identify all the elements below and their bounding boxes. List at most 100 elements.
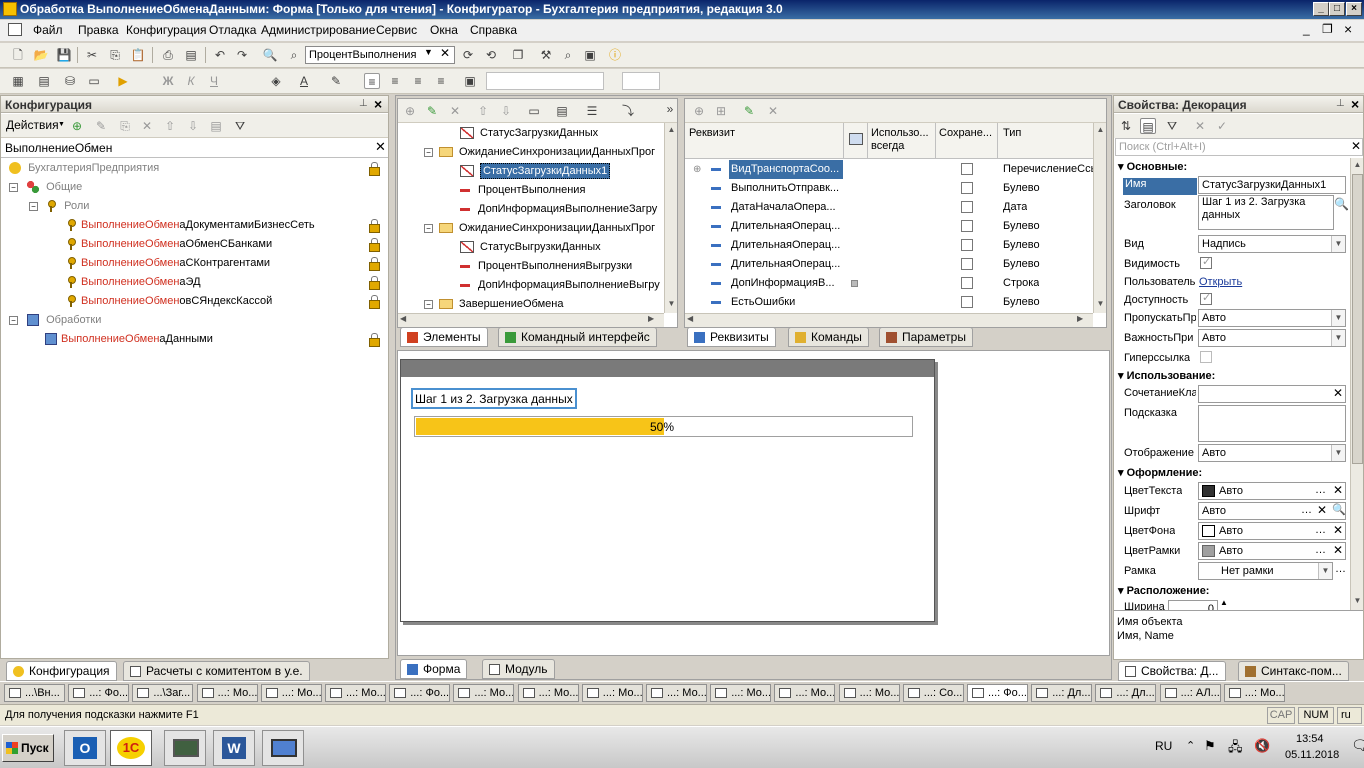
add-requisite-icon[interactable]: ⊕ [691,103,707,119]
mdi-restore-icon[interactable]: ❐ [1322,22,1333,36]
tree-element[interactable]: ДопИнформацияВыполнениеВыгру [460,276,660,295]
chevron-down-icon[interactable]: ▼ [424,47,433,57]
undo-icon[interactable]: ↶ [212,47,228,63]
tree-item-processing[interactable]: ВыполнениеОбменаДанными [45,330,213,349]
requisite-row[interactable]: ДлительнаяОперац... Булево [685,217,1093,236]
tray-lang[interactable]: RU [1155,739,1172,753]
edit-icon[interactable]: ✎ [424,103,440,119]
clear-icon[interactable]: ✕ [1333,483,1343,498]
window-tab[interactable]: ...\Заг... [132,684,194,702]
window-tab[interactable]: ...: Фо... [68,684,130,702]
add-column-icon[interactable]: ⊞ [713,103,729,119]
font-name-field[interactable] [486,72,604,90]
window-tab[interactable]: ...: АЛ... [1159,684,1221,702]
align-justify-icon[interactable]: ≡ [433,73,449,89]
tab-syntax-helper[interactable]: Синтакс-пом... [1238,661,1349,681]
requisite-row[interactable]: ДатаНачалаОпера... Дата [685,198,1093,217]
collapse-icon[interactable]: − [29,201,38,211]
scroll-left-icon[interactable]: ◀ [687,314,693,323]
align-right-icon[interactable]: ≡ [410,73,426,89]
scroll-up-icon[interactable]: ▲ [1094,123,1106,137]
align-left-icon[interactable]: ≡ [364,73,380,89]
scroll-down-icon[interactable]: ▼ [665,297,677,311]
saved-checkbox[interactable] [961,163,973,175]
search-icon[interactable]: 🔍 [1332,503,1345,518]
panel-close-icon[interactable]: × [374,96,382,112]
saved-checkbox[interactable] [961,277,973,289]
col-saved[interactable]: Сохране... [939,127,992,139]
sync-icon[interactable]: ⤵ [620,103,636,119]
open-link[interactable]: Открыть [1199,276,1242,288]
prop-importance-field[interactable]: Авто ▼ [1198,329,1346,347]
add-icon[interactable]: ⊕ [69,118,85,134]
pin-icon[interactable]: ⊥ [359,98,368,109]
form-icon[interactable]: ▭ [86,73,102,89]
pin-icon[interactable]: ⊥ [1336,98,1345,109]
tab-requisites[interactable]: Реквизиты [687,327,776,347]
tree-element[interactable]: ДопИнформацияВыполнениеЗагру [460,200,657,219]
window-tab[interactable]: ...: Фо... [967,684,1028,702]
toolbar-search-combo[interactable]: ПроцентВыполнения ▼ ✕ [305,46,455,64]
tab-command-interface[interactable]: Командный интерфейс [498,327,657,347]
chevron-down-icon[interactable]: ▼ [1331,236,1345,252]
filter-icon[interactable]: ⛛ [1164,118,1180,134]
clear-search-icon[interactable]: ✕ [375,139,386,155]
tree-item-processings[interactable]: − Обработки [9,311,101,330]
paste-icon[interactable]: 📋 [130,47,146,63]
taskbar-network[interactable] [262,730,304,766]
cancel-icon[interactable]: ✕ [1192,118,1208,134]
prop-tooltip-field[interactable] [1198,405,1346,442]
prop-frame-field[interactable]: Нет рамки ▼ [1198,562,1333,580]
add-icon[interactable]: ⊕ [402,103,418,119]
properties-scrollbar[interactable]: ▲ ▼ [1350,158,1363,610]
tray-notifications-icon[interactable]: 🗨 [1351,737,1364,754]
tree-element[interactable]: − ОжиданиеСинхронизацииДанныхПрог [424,143,655,162]
scroll-right-icon[interactable]: ▶ [1077,314,1083,323]
elements-scrollbar[interactable]: ▲ ▼ [664,123,677,313]
clear-search-icon[interactable]: ✕ [1351,139,1361,153]
window-tab[interactable]: ...: Мо... [325,684,386,702]
redo-icon[interactable]: ↷ [234,47,250,63]
chevron-down-icon[interactable]: ▼ [1331,310,1345,326]
tab-commands[interactable]: Команды [788,327,869,347]
tree-element[interactable]: − ЗавершениеОбмена [424,295,563,314]
search-icon[interactable]: 🔍 [1334,197,1349,211]
window-tab[interactable]: ...: Дл... [1031,684,1093,702]
ellipsis-icon[interactable]: … [1315,543,1326,558]
actions-menu[interactable]: Действия [6,118,59,132]
mdi-close-icon[interactable]: × [1344,21,1352,37]
close-button[interactable]: × [1346,2,1362,16]
system-menu-icon[interactable] [8,23,22,36]
tab-properties[interactable]: Свойства: Д... [1118,661,1226,681]
window-tab[interactable]: ...: Дл... [1095,684,1157,702]
grid-icon[interactable]: ▦ [10,73,26,89]
ellipsis-icon[interactable]: … [1335,563,1346,575]
chevron-down-icon[interactable]: ▼ [1331,445,1345,461]
collapse-icon[interactable]: − [424,147,433,157]
cut-icon[interactable]: ✂ [84,47,100,63]
tray-flag-icon[interactable]: ⚑ [1204,738,1216,754]
taskbar-outlook[interactable]: O [64,730,106,766]
edit-icon[interactable]: ✎ [741,103,757,119]
format-icon[interactable]: ▣ [462,73,478,89]
window-tab[interactable]: ...: Мо... [453,684,515,702]
delete-icon[interactable]: ✕ [447,103,463,119]
tree-element[interactable]: ПроцентВыполненияВыгрузки [460,257,632,276]
tray-network-icon[interactable]: 🖧 [1228,738,1243,760]
window-tab[interactable]: ...: Мо... [774,684,836,702]
requisite-row[interactable]: ДлительнаяОперац... Булево [685,255,1093,274]
config-search-input[interactable]: ВыполнениеОбмен [5,141,112,155]
requisite-row[interactable]: ⊕ ВидТранспортаСоо... ПеречислениеСсы [685,160,1093,179]
menu-help[interactable]: Справка [470,23,517,37]
find-prev-icon[interactable]: ⟲ [483,47,499,63]
prop-header-field[interactable]: Шаг 1 из 2. Загрузка данных [1198,195,1334,230]
fill-color-icon[interactable]: ◈ [268,73,284,89]
tray-chevron-up-icon[interactable]: ⌃ [1186,739,1195,752]
collapse-icon[interactable]: − [424,223,433,233]
window-tab[interactable]: ...: Мо... [581,684,643,702]
move-down-icon[interactable]: ⇩ [185,118,201,134]
group-icon[interactable]: ▤ [554,103,570,119]
scroll-thumb[interactable] [1352,174,1363,464]
ellipsis-icon[interactable]: … [1315,483,1326,498]
window-tab[interactable]: ...: Фо... [389,684,451,702]
